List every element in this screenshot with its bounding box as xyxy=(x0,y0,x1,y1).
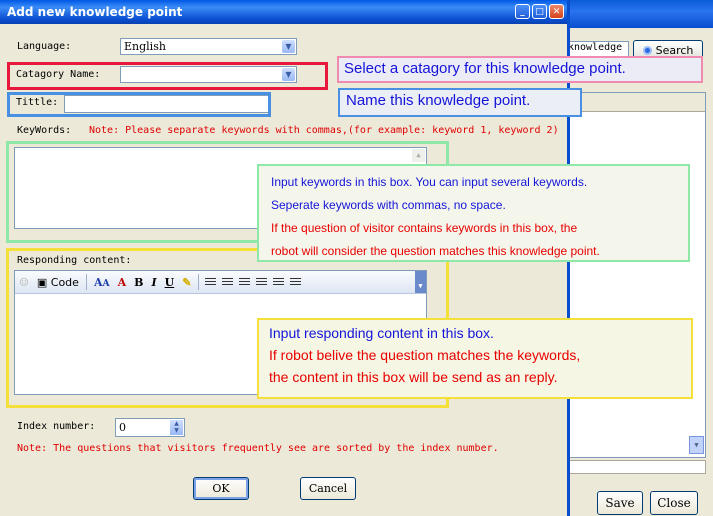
close-button[interactable]: Close xyxy=(650,491,698,515)
title-callout: Name this knowledge point. xyxy=(338,88,582,117)
ok-button[interactable]: OK xyxy=(193,477,249,500)
keywords-note: Note: Please separate keywords with comm… xyxy=(89,125,559,136)
scroll-down-arrow-icon[interactable]: ▼ xyxy=(689,436,704,454)
background-search-input[interactable]: knowledge xyxy=(567,41,629,57)
language-select[interactable]: English ▼ xyxy=(120,38,297,55)
index-value: 0 xyxy=(119,421,126,434)
language-label: Language: xyxy=(17,41,72,52)
cancel-button[interactable]: Cancel xyxy=(300,477,356,500)
search-button-label: Search xyxy=(655,43,694,57)
knowledge-list-header xyxy=(568,93,705,112)
maximize-icon[interactable]: □ xyxy=(532,4,547,19)
index-note: Note: The questions that visitors freque… xyxy=(17,443,499,454)
keywords-callout: Input keywords in this box. You can inpu… xyxy=(257,164,690,262)
spin-arrows-icon[interactable]: ▲ ▼ xyxy=(170,420,183,435)
responding-callout-line-2: If robot belive the question matches the… xyxy=(269,347,581,363)
title-highlight xyxy=(7,92,271,117)
keywords-callout-line-1: Input keywords in this box. You can inpu… xyxy=(271,175,588,189)
minimize-icon[interactable]: _ xyxy=(515,4,530,19)
responding-callout: Input responding content in this box. If… xyxy=(257,318,693,399)
title-callout-text: Name this knowledge point. xyxy=(346,92,531,109)
category-highlight xyxy=(7,62,328,90)
responding-callout-line-1: Input responding content in this box. xyxy=(269,325,494,341)
chevron-down-icon[interactable]: ▼ xyxy=(282,40,295,53)
save-button[interactable]: Save xyxy=(597,491,643,515)
category-callout: Select a catagory for this knowledge poi… xyxy=(337,56,703,83)
index-label: Index number: xyxy=(17,421,96,432)
close-icon[interactable]: ✕ xyxy=(549,4,564,19)
responding-callout-line-3: the content in this box will be send as … xyxy=(269,369,558,385)
index-number-input[interactable]: 0 ▲ ▼ xyxy=(115,418,185,437)
search-icon xyxy=(642,45,652,55)
horizontal-scrollbar[interactable] xyxy=(567,460,706,474)
language-value: English xyxy=(124,40,166,53)
background-titlebar xyxy=(561,0,713,28)
keywords-callout-line-2: Seperate keywords with commas, no space. xyxy=(271,198,506,212)
dialog-title: Add new knowledge point xyxy=(7,5,183,19)
category-callout-text: Select a catagory for this knowledge poi… xyxy=(344,60,626,77)
knowledge-list[interactable] xyxy=(567,92,706,458)
keywords-callout-line-3: If the question of visitor contains keyw… xyxy=(271,221,578,235)
dialog-titlebar: Add new knowledge point _ □ ✕ xyxy=(0,0,567,24)
keywords-label: KeyWords: xyxy=(17,125,72,136)
keywords-callout-line-4: robot will consider the question matches… xyxy=(271,244,600,258)
